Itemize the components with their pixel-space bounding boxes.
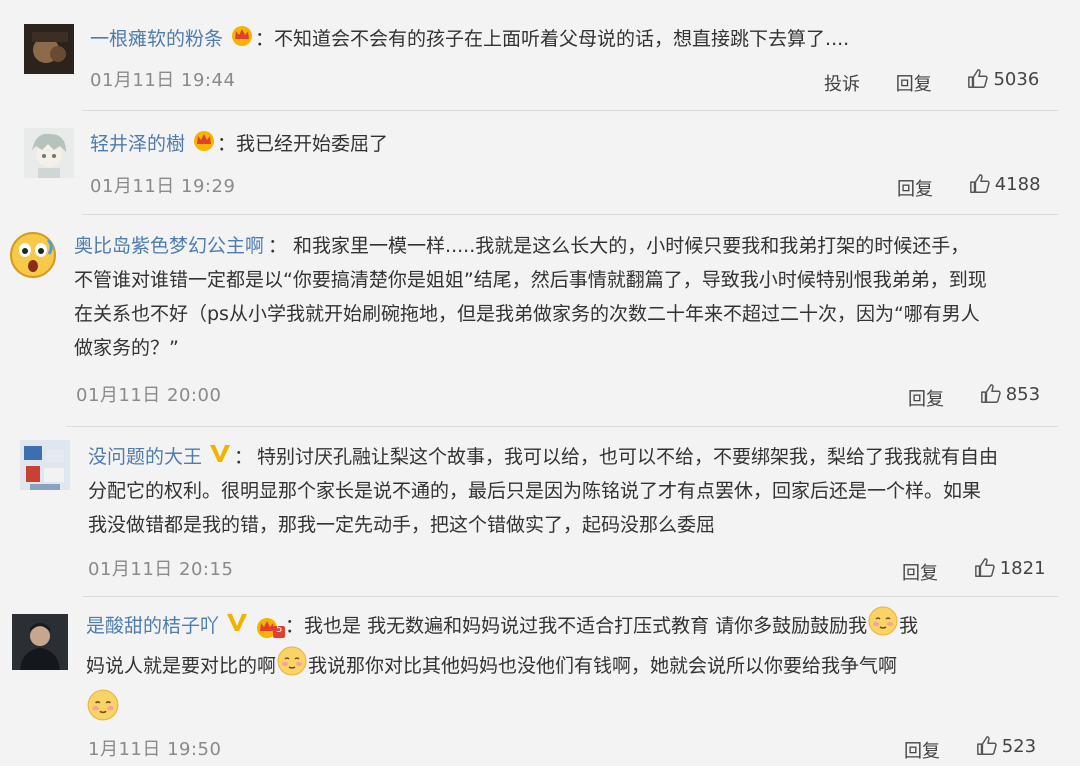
timestamp: 01月11日 19:29 xyxy=(90,176,236,197)
reply-button[interactable]: 回复 xyxy=(896,74,932,95)
reply-button[interactable]: 回复 xyxy=(904,741,940,762)
thumb-up-icon xyxy=(968,69,989,88)
avatar[interactable] xyxy=(8,230,58,280)
shy-emoji-icon xyxy=(276,645,308,688)
colon: ： xyxy=(217,133,237,155)
like-count: 523 xyxy=(1001,735,1037,757)
username[interactable]: 没问题的大王 xyxy=(88,446,202,468)
timestamp: 01月11日 20:00 xyxy=(76,385,222,406)
avatar[interactable] xyxy=(24,24,74,74)
like-count: 4188 xyxy=(994,173,1041,195)
username[interactable]: 一根瘫软的粉条 xyxy=(90,28,223,50)
like-count: 5036 xyxy=(993,68,1040,90)
divider xyxy=(82,110,1058,111)
like-count: 1821 xyxy=(999,557,1046,579)
comment-text: 我 xyxy=(899,615,919,637)
reply-button[interactable]: 回复 xyxy=(902,563,938,584)
timestamp: 01月11日 20:15 xyxy=(88,559,234,580)
like-button[interactable]: 853 xyxy=(980,383,1040,405)
thumb-up-icon xyxy=(980,384,1001,403)
timestamp: 1月11日 19:50 xyxy=(88,739,222,760)
comment-text-line: 我没做错都是我的错，那我一定先动手，把这个错做实了，起码没那么委屈 xyxy=(88,514,716,536)
shy-emoji-icon xyxy=(86,688,120,726)
surprised-emoji-avatar xyxy=(10,232,56,278)
comment-text: 不知道会不会有的孩子在上面听着父母说的话，想直接跳下去算了.... xyxy=(274,28,850,50)
report-button[interactable]: 投诉 xyxy=(824,74,860,95)
level-badge[interactable]: 5 xyxy=(255,614,286,640)
comment-text-line: 不管谁对谁错一定都是以“你要搞清楚你是姐姐”结尾，然后事情就翻篇了，导致我小时候… xyxy=(74,269,987,291)
reply-button[interactable]: 回复 xyxy=(908,389,944,410)
thumb-up-icon xyxy=(974,558,995,577)
shy-emoji-icon xyxy=(867,605,899,648)
avatar[interactable] xyxy=(20,440,70,490)
timestamp: 01月11日 19:44 xyxy=(90,70,236,91)
divider xyxy=(66,426,1058,427)
comment-text: 我已经开始委屈了 xyxy=(236,133,389,155)
level-number: 5 xyxy=(276,623,283,635)
thumb-up-icon xyxy=(976,736,997,755)
verified-v-icon[interactable] xyxy=(208,441,232,475)
verified-v-icon[interactable] xyxy=(225,610,249,644)
like-button[interactable]: 523 xyxy=(976,735,1036,757)
thumb-up-icon xyxy=(969,174,990,193)
username[interactable]: 奥比岛紫色梦幻公主啊 xyxy=(74,235,264,257)
divider xyxy=(82,214,1058,215)
crown-badge-icon[interactable] xyxy=(191,128,217,162)
comment-text-line: 在关系也不好（ps从小学我就开始刷碗拖地，但是我弟做家务的次数二十年来不超过二十… xyxy=(74,303,980,325)
colon: ： xyxy=(255,28,275,50)
crown-badge-icon[interactable] xyxy=(229,23,255,57)
reply-button[interactable]: 回复 xyxy=(897,179,933,200)
comment-text: 我也是 我无数遍和妈妈说过我不适合打压式教育 请你多鼓励鼓励我 xyxy=(304,615,868,637)
colon: ： xyxy=(285,615,305,637)
comment-text: 我说那你对比其他妈妈也没他们有钱啊，她就会说所以你要给我争气啊 xyxy=(308,655,898,677)
comment-text-line: 做家务的？” xyxy=(74,337,179,359)
comment-text-first-line: 和我家里一模一样.....我就是这么长大的，小时候只要我和我弟打架的时候还手， xyxy=(293,235,970,257)
username[interactable]: 是酸甜的桔子吖 xyxy=(86,615,219,637)
like-count: 853 xyxy=(1005,383,1041,405)
colon: ： xyxy=(234,446,254,468)
comment-text: 妈说人就是要对比的啊 xyxy=(86,655,277,677)
avatar[interactable] xyxy=(12,614,68,670)
like-button[interactable]: 4188 xyxy=(969,173,1041,195)
like-button[interactable]: 5036 xyxy=(967,68,1039,90)
comment-text-line: 分配它的权利。很明显那个家长是说不通的，最后只是因为陈铭说了才有点罢休，回家后还… xyxy=(88,480,982,502)
like-button[interactable]: 1821 xyxy=(974,557,1046,579)
comment-text-first-line: 特别讨厌孔融让梨这个故事，我可以给，也可以不给，不要绑架我，梨给了我我就有自由 xyxy=(257,446,999,468)
username[interactable]: 轻井泽的樹 xyxy=(90,133,185,155)
divider xyxy=(82,596,1058,597)
avatar[interactable] xyxy=(24,128,74,178)
colon: ： xyxy=(268,235,288,257)
